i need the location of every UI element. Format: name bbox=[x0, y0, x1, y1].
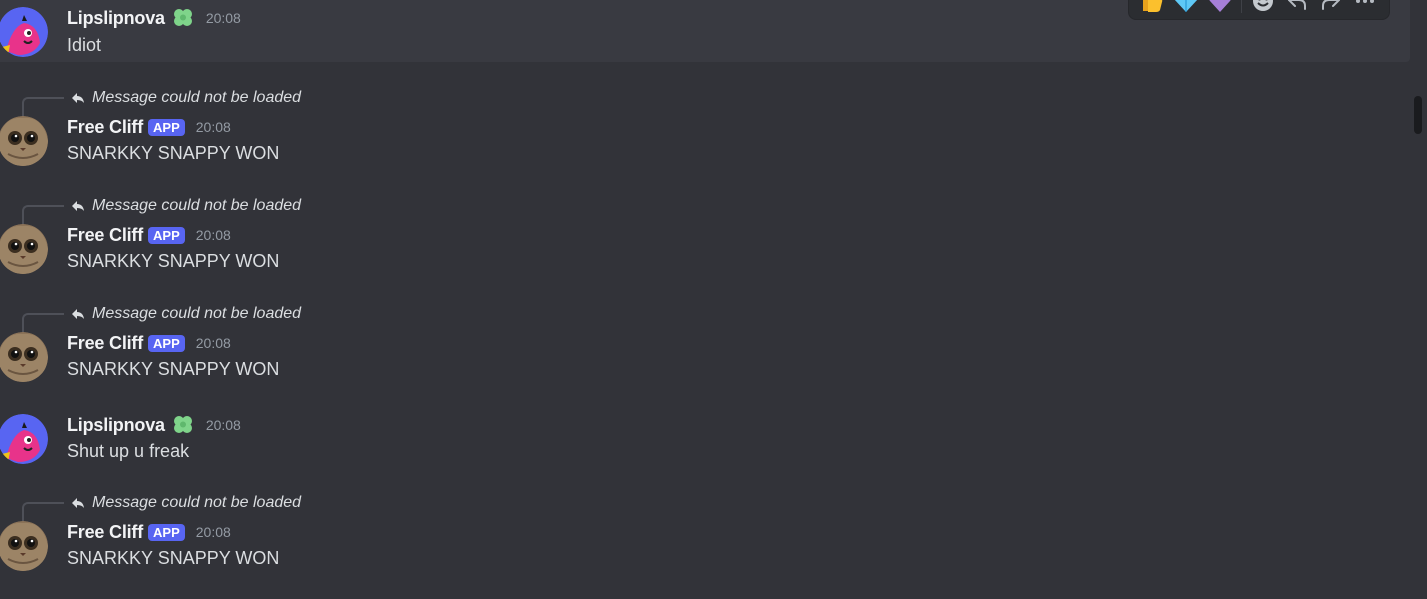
message[interactable]: Message could not be loaded Free Cliff A… bbox=[0, 491, 1410, 585]
reply-text: Message could not be loaded bbox=[92, 89, 302, 106]
reply-arrow-icon bbox=[1288, 0, 1306, 10]
avatar-free-cliff[interactable] bbox=[0, 116, 48, 166]
reply-arrow-icon bbox=[72, 201, 84, 211]
reply-text: Message could not be loaded bbox=[92, 494, 302, 511]
more-options-button[interactable] bbox=[1348, 0, 1382, 18]
add-reaction-button[interactable] bbox=[1246, 0, 1280, 18]
gem-icon bbox=[1174, 0, 1198, 12]
timestamp[interactable]: 20:08 bbox=[206, 417, 241, 433]
timestamp[interactable]: 20:08 bbox=[196, 227, 231, 243]
thumbs-up-icon bbox=[1143, 0, 1163, 12]
reply-text: Message could not be loaded bbox=[92, 305, 302, 322]
reply-text: Message could not be loaded bbox=[92, 197, 302, 214]
more-dots-icon bbox=[1356, 0, 1374, 3]
message[interactable]: Message could not be loaded Free Cliff A… bbox=[0, 194, 1410, 288]
username[interactable]: Free Cliff bbox=[67, 117, 143, 138]
chat-messages: Lipslipnova 20:08 Idiot Message could no… bbox=[0, 0, 1427, 599]
forward-arrow-icon bbox=[1322, 0, 1340, 10]
gem-reaction-button[interactable] bbox=[1169, 0, 1203, 18]
reply-arrow-icon bbox=[72, 93, 84, 103]
message-action-toolbar bbox=[1128, 0, 1390, 20]
message-content: SNARKKY SNAPPY WON bbox=[67, 548, 280, 568]
clover-role-icon bbox=[171, 414, 195, 436]
message-content: Idiot bbox=[67, 35, 102, 55]
message-header: Lipslipnova 20:08 bbox=[67, 7, 241, 29]
username[interactable]: Lipslipnova bbox=[67, 8, 165, 29]
message-content: SNARKKY SNAPPY WON bbox=[67, 359, 280, 379]
forward-button[interactable] bbox=[1314, 0, 1348, 18]
message-content: SNARKKY SNAPPY WON bbox=[67, 143, 280, 163]
avatar-lipslipnova[interactable] bbox=[0, 7, 48, 57]
timestamp[interactable]: 20:08 bbox=[196, 524, 231, 540]
app-badge: APP bbox=[148, 334, 185, 352]
message[interactable]: Message could not be loaded Free Cliff A… bbox=[0, 302, 1410, 396]
timestamp[interactable]: 20:08 bbox=[196, 335, 231, 351]
reply-spine bbox=[22, 313, 64, 333]
username[interactable]: Free Cliff bbox=[67, 333, 143, 354]
purple-heart-icon bbox=[1209, 0, 1231, 12]
app-badge: APP bbox=[148, 523, 185, 541]
timestamp[interactable]: 20:08 bbox=[206, 10, 241, 26]
message[interactable]: Message could not be loaded Free Cliff A… bbox=[0, 86, 1410, 180]
avatar-lipslipnova[interactable] bbox=[0, 414, 48, 464]
purple-heart-reaction-button[interactable] bbox=[1203, 0, 1237, 18]
reply-spine bbox=[22, 205, 64, 225]
message-header: Free Cliff APP 20:08 bbox=[67, 224, 231, 246]
message[interactable]: Lipslipnova 20:08 Idiot bbox=[0, 0, 1410, 62]
clover-role-icon bbox=[171, 7, 195, 29]
timestamp[interactable]: 20:08 bbox=[196, 119, 231, 135]
message-content: SNARKKY SNAPPY WON bbox=[67, 251, 280, 271]
message-header: Lipslipnova 20:08 bbox=[67, 414, 241, 436]
message-header: Free Cliff APP 20:08 bbox=[67, 332, 231, 354]
reply-arrow-icon bbox=[72, 309, 84, 319]
username[interactable]: Lipslipnova bbox=[67, 415, 165, 436]
username[interactable]: Free Cliff bbox=[67, 522, 143, 543]
reply-arrow-icon bbox=[72, 498, 84, 508]
message-header: Free Cliff APP 20:08 bbox=[67, 116, 231, 138]
message-content: Shut up u freak bbox=[67, 441, 190, 461]
username[interactable]: Free Cliff bbox=[67, 225, 143, 246]
app-badge: APP bbox=[148, 226, 185, 244]
app-badge: APP bbox=[148, 118, 185, 136]
scrollbar-thumb[interactable] bbox=[1414, 96, 1422, 134]
avatar-free-cliff[interactable] bbox=[0, 521, 48, 571]
smiley-icon bbox=[1253, 0, 1273, 11]
reply-button[interactable] bbox=[1280, 0, 1314, 18]
message[interactable]: Lipslipnova 20:08 Shut up u freak bbox=[0, 405, 1410, 471]
reply-spine bbox=[22, 502, 64, 522]
avatar-free-cliff[interactable] bbox=[0, 332, 48, 382]
toolbar-separator bbox=[1241, 0, 1242, 13]
thumbs-up-reaction-button[interactable] bbox=[1135, 0, 1169, 18]
reply-spine bbox=[22, 97, 64, 117]
avatar-free-cliff[interactable] bbox=[0, 224, 48, 274]
message-header: Free Cliff APP 20:08 bbox=[67, 521, 231, 543]
